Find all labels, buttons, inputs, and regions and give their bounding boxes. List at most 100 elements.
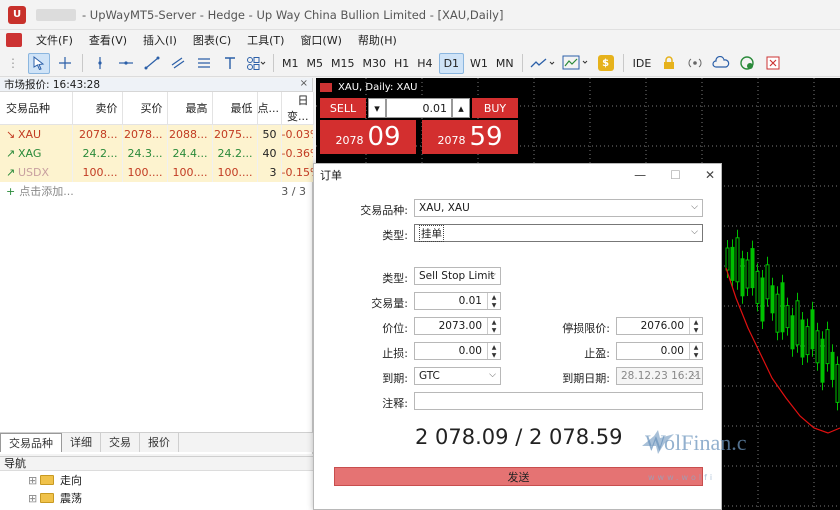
tab-ticks[interactable]: 报价 xyxy=(140,433,179,452)
col-bid[interactable]: 卖价 xyxy=(72,92,123,125)
buy-quote[interactable]: 2078 59 xyxy=(422,120,518,154)
toolbar-separator xyxy=(82,54,83,72)
market-watch-title: 市场报价: 16:43:28 xyxy=(0,78,312,92)
shapes-icon[interactable] xyxy=(245,53,267,74)
price-field[interactable]: 2073.00 ▲ ▼ xyxy=(414,317,501,335)
tab-trading[interactable]: 交易 xyxy=(101,433,140,452)
col-low[interactable]: 最低 xyxy=(212,92,258,125)
fibonacci-icon[interactable] xyxy=(193,53,215,74)
nav-item-oscillator[interactable]: ⊞ 震荡 xyxy=(0,489,313,507)
timeframe-m15[interactable]: M15 xyxy=(327,57,359,70)
take-profit-field[interactable]: 0.00 ▲ ▼ xyxy=(616,342,703,360)
table-row[interactable]: ↘ XAU 2078... 2078... 2088... 2075... 50 … xyxy=(0,124,314,144)
horizontal-line-icon[interactable] xyxy=(115,53,137,74)
add-symbol-row[interactable]: + 点击添加... 3 / 3 xyxy=(0,182,312,201)
stop-loss-field[interactable]: 0.00 ▲ ▼ xyxy=(414,342,501,360)
timeframe-w1[interactable]: W1 xyxy=(466,57,492,70)
volume-input[interactable]: 0.01 xyxy=(386,98,452,118)
spinner-icon[interactable]: ▲ ▼ xyxy=(689,343,702,359)
chevron-down-icon: ⌵ xyxy=(691,370,698,380)
col-symbol[interactable]: 交易品种 xyxy=(0,92,73,125)
crosshair-tool-icon[interactable] xyxy=(54,53,76,74)
app-logo-icon: U xyxy=(8,5,26,24)
nav-item-trend[interactable]: ⊞ 走向 xyxy=(0,471,313,489)
cloud-icon[interactable] xyxy=(710,53,732,74)
dollar-sign-icon[interactable]: $ xyxy=(595,53,617,74)
tab-symbols[interactable]: 交易品种 xyxy=(0,433,62,452)
indicators-icon[interactable] xyxy=(561,53,591,74)
menu-file[interactable]: 文件(F) xyxy=(28,32,81,48)
menu-insert[interactable]: 插入(I) xyxy=(135,32,185,48)
execution-type-select[interactable]: 挂单 ⌵ xyxy=(414,224,703,242)
timeframe-mn[interactable]: MN xyxy=(492,57,518,70)
symbol-cell: ↘ XAU xyxy=(0,124,73,144)
symbol-name: XAU xyxy=(18,127,42,141)
spinner-icon[interactable]: ▲ ▼ xyxy=(689,318,702,334)
expand-icon[interactable]: ⊞ xyxy=(28,474,38,487)
symbol-label: 交易品种: xyxy=(360,204,408,217)
close-icon[interactable] xyxy=(762,53,784,74)
up-arrow-icon: ↗ xyxy=(6,146,16,160)
symbol-select[interactable]: XAU, XAU ⌵ xyxy=(414,199,703,217)
take-profit-value: 0.00 xyxy=(660,345,684,357)
candle-body xyxy=(725,247,730,271)
order-type-select[interactable]: Sell Stop Limit ⌵ xyxy=(414,267,501,285)
type-label: 类型: xyxy=(382,229,408,242)
chart-type-icon[interactable] xyxy=(529,53,557,74)
col-spread[interactable]: 点... xyxy=(257,92,282,125)
menu-tools[interactable]: 工具(T) xyxy=(239,32,292,48)
menu-help[interactable]: 帮助(H) xyxy=(350,32,405,48)
ide-button[interactable]: IDE xyxy=(628,57,657,70)
sell-quote[interactable]: 2078 09 xyxy=(320,120,416,154)
nav-item-label: 震荡 xyxy=(60,492,82,505)
vertical-line-icon[interactable] xyxy=(89,53,111,74)
col-ask[interactable]: 买价 xyxy=(122,92,168,125)
menu-window[interactable]: 窗口(W) xyxy=(292,32,349,48)
volume-up-icon[interactable]: ▴ xyxy=(452,98,470,118)
timeframe-d1[interactable]: D1 xyxy=(438,52,465,74)
signal-icon[interactable] xyxy=(684,53,706,74)
spread-cell: 40 xyxy=(257,143,282,163)
watermark-subtext: www.wolfi xyxy=(648,473,716,482)
channel-icon[interactable] xyxy=(167,53,189,74)
table-row[interactable]: ↗ XAG 24.2... 24.3... 24.4... 24.2... 40 … xyxy=(0,143,314,163)
col-high[interactable]: 最高 xyxy=(167,92,213,125)
trendline-icon[interactable] xyxy=(141,53,163,74)
col-change[interactable]: 日变... xyxy=(281,92,314,125)
spinner-icon[interactable]: ▲ ▼ xyxy=(487,293,500,309)
timeframe-m5[interactable]: M5 xyxy=(303,57,328,70)
market-watch-tabs: 交易品种 详细 交易 报价 xyxy=(0,432,313,452)
expiration-select[interactable]: GTC ⌵ xyxy=(414,367,501,385)
app-menu-icon[interactable] xyxy=(6,33,22,47)
close-icon[interactable]: ✕ xyxy=(705,168,715,182)
stop-limit-field[interactable]: 2076.00 ▲ ▼ xyxy=(616,317,703,335)
menu-charts[interactable]: 图表(C) xyxy=(185,32,239,48)
timeframe-m30[interactable]: M30 xyxy=(359,57,391,70)
volume-field[interactable]: 0.01 ▲ ▼ xyxy=(414,292,501,310)
timeframe-h4[interactable]: H4 xyxy=(413,57,436,70)
spinner-icon[interactable]: ▲ ▼ xyxy=(487,318,500,334)
text-tool-icon[interactable] xyxy=(219,53,241,74)
expand-icon[interactable]: ⊞ xyxy=(28,492,38,505)
cursor-tool-icon[interactable] xyxy=(28,52,50,74)
volume-value: 0.01 xyxy=(458,295,482,307)
table-row[interactable]: ↗ USDX 100.... 100.... 100.... 100.... 3 … xyxy=(0,162,314,182)
expiration-date-value: 28.12.23 16:21 xyxy=(621,370,702,382)
maximize-icon[interactable]: ☐ xyxy=(670,168,681,182)
comment-input[interactable] xyxy=(414,392,703,410)
candle-body xyxy=(775,293,780,333)
menu-view[interactable]: 查看(V) xyxy=(81,32,135,48)
timeframe-h1[interactable]: H1 xyxy=(390,57,413,70)
timeframe-m1[interactable]: M1 xyxy=(278,57,303,70)
spinner-icon[interactable]: ▲ ▼ xyxy=(487,343,500,359)
buy-button[interactable]: BUY xyxy=(472,98,518,118)
sell-button[interactable]: SELL xyxy=(320,98,366,118)
minimize-icon[interactable]: — xyxy=(634,168,646,182)
market-icon[interactable] xyxy=(736,53,758,74)
chevron-down-icon: ⌵ xyxy=(691,227,698,237)
panel-close-icon[interactable]: × xyxy=(300,78,308,89)
plus-icon: + xyxy=(6,184,16,198)
lock-icon[interactable] xyxy=(658,53,680,74)
tab-details[interactable]: 详细 xyxy=(62,433,101,452)
volume-down-icon[interactable]: ▾ xyxy=(368,98,386,118)
